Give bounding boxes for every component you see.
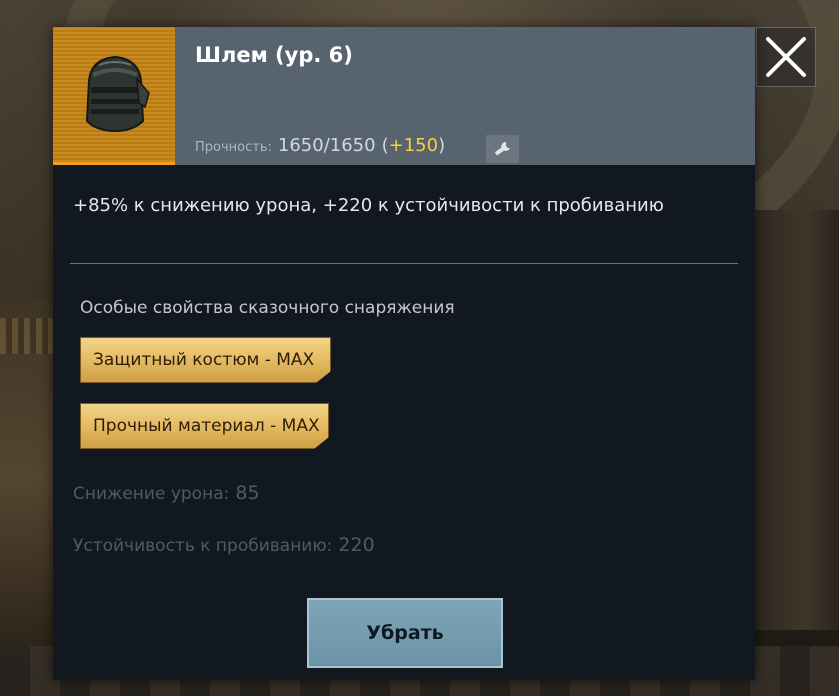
background-pillar [753,210,839,630]
perk-label: Защитный костюм - MAX [93,350,315,370]
durability-value: 1650/1650 [277,135,376,156]
durability-line: Прочность: 1650/1650 ( +150 ) [195,135,445,156]
item-detail-panel: Шлем (ур. 6) Прочность: 1650/1650 ( +150… [53,27,755,680]
stat-value: 85 [235,482,260,504]
stat-damage-reduction: Снижение урона: 85 [73,482,260,504]
stat-value: 220 [338,534,375,556]
repair-button[interactable] [486,135,519,163]
remove-button-label: Убрать [366,622,444,644]
stat-label: Устойчивость к пробиванию: [73,536,333,556]
divider [70,263,738,264]
wrench-icon [494,141,510,156]
durability-open-paren: ( [381,135,389,156]
background-wall-left [0,300,54,660]
close-icon [766,37,806,77]
durability-label: Прочность: [195,140,272,155]
background-wall-ornament [0,318,54,354]
item-title: Шлем (ур. 6) [195,43,353,67]
item-thumbnail [53,27,175,165]
stats-summary: +85% к снижению урона, +220 к устойчивос… [73,195,664,216]
durability-close-paren: ) [438,135,446,156]
stat-penetration-resistance: Устойчивость к пробиванию: 220 [73,534,375,556]
durability-bonus: +150 [388,135,439,156]
perk-badge: Защитный костюм - MAX [80,337,331,383]
close-button[interactable] [756,27,816,87]
stat-label: Снижение урона: [73,484,230,504]
helmet-icon [85,55,150,133]
special-properties-title: Особые свойства сказочного снаряжения [80,298,455,318]
remove-button[interactable]: Убрать [307,598,503,668]
item-header: Шлем (ур. 6) Прочность: 1650/1650 ( +150… [53,27,755,165]
perk-badge: Прочный материал - MAX [80,403,329,449]
perk-label: Прочный материал - MAX [93,416,320,436]
